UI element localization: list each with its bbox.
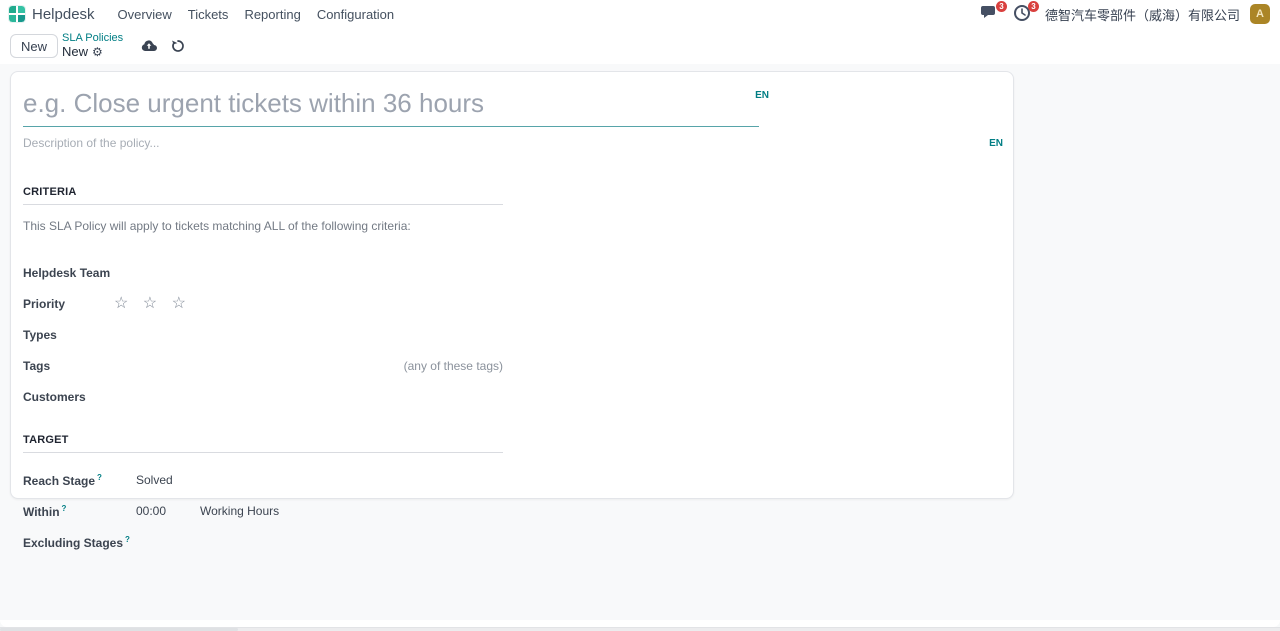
reach-stage-label: Reach Stage? [23,473,114,488]
title-language-badge[interactable]: EN [755,90,769,101]
discard-undo-icon[interactable] [171,39,185,53]
customers-row: Customers [23,388,503,406]
action-area: EN EN CRITERIA This SLA Policy will appl… [0,64,1280,620]
menu-overview[interactable]: Overview [110,3,180,26]
messages-button[interactable]: 3 [981,4,1003,24]
user-avatar[interactable]: A [1250,4,1270,24]
menu-tickets[interactable]: Tickets [180,3,237,26]
activities-button[interactable]: 3 [1013,4,1035,24]
menu-reporting[interactable]: Reporting [236,3,308,26]
within-unit-label: Working Hours [200,504,279,518]
save-cloud-icon[interactable] [141,40,157,52]
helpdesk-app-icon [8,5,26,23]
company-switcher[interactable]: 德智汽车零部件（威海）有限公司 [1045,5,1240,24]
actions-gear-icon[interactable]: ⚙ [92,46,103,58]
excluding-stages-row: Excluding Stages? [23,533,503,551]
top-navbar: Helpdesk Overview Tickets Reporting Conf… [0,0,1280,28]
customers-label: Customers [23,390,114,404]
main-menu: Overview Tickets Reporting Configuration [110,3,403,26]
priority-stars-widget[interactable]: ☆ ☆ ☆ [114,296,191,312]
within-label: Within? [23,504,114,519]
menu-configuration[interactable]: Configuration [309,3,402,26]
help-icon: ? [97,473,102,482]
policy-name-input[interactable] [23,88,759,127]
breadcrumb-current: New [62,45,88,59]
tags-field[interactable] [114,358,404,374]
criteria-intro-text: This SLA Policy will apply to tickets ma… [23,219,623,233]
excluding-stages-label: Excluding Stages? [23,535,130,550]
messages-badge: 3 [996,1,1007,12]
description-language-badge[interactable]: EN [989,138,1003,149]
customers-field[interactable] [114,389,503,405]
target-heading: TARGET [23,434,503,446]
app-switcher[interactable]: Helpdesk [8,5,95,23]
priority-label: Priority [23,297,114,311]
sla-policy-form: EN EN CRITERIA This SLA Policy will appl… [10,71,1014,499]
tags-row: Tags (any of these tags) [23,357,503,375]
horizontal-scrollbar[interactable] [0,627,1280,631]
types-label: Types [23,328,114,342]
navbar-systray: 3 3 德智汽车零部件（威海）有限公司 A [981,4,1270,24]
app-name[interactable]: Helpdesk [32,6,95,23]
helpdesk-team-row: Helpdesk Team [23,264,503,282]
criteria-divider [23,204,503,205]
helpdesk-team-field[interactable] [114,265,503,281]
policy-description-input[interactable] [23,136,989,150]
control-panel: New SLA Policies New ⚙ [0,28,1280,64]
target-divider [23,452,503,453]
help-icon: ? [62,504,67,513]
excluding-stages-field[interactable] [130,534,503,550]
helpdesk-team-label: Helpdesk Team [23,266,114,280]
breadcrumb: SLA Policies New ⚙ [62,33,123,58]
reach-stage-value[interactable]: Solved [136,473,173,487]
within-row: Within? 00:00 Working Hours [23,502,503,520]
tags-label: Tags [23,359,114,373]
within-hours-input[interactable]: 00:00 [136,504,173,518]
tags-note: (any of these tags) [404,359,503,373]
reach-stage-row: Reach Stage? Solved [23,471,503,489]
criteria-heading: CRITERIA [23,186,503,198]
new-button[interactable]: New [10,34,58,58]
content-bottom-edge [0,620,1280,627]
activities-badge: 3 [1028,1,1039,12]
types-field[interactable] [114,327,503,343]
types-row: Types [23,326,503,344]
priority-row: Priority ☆ ☆ ☆ [23,295,503,313]
